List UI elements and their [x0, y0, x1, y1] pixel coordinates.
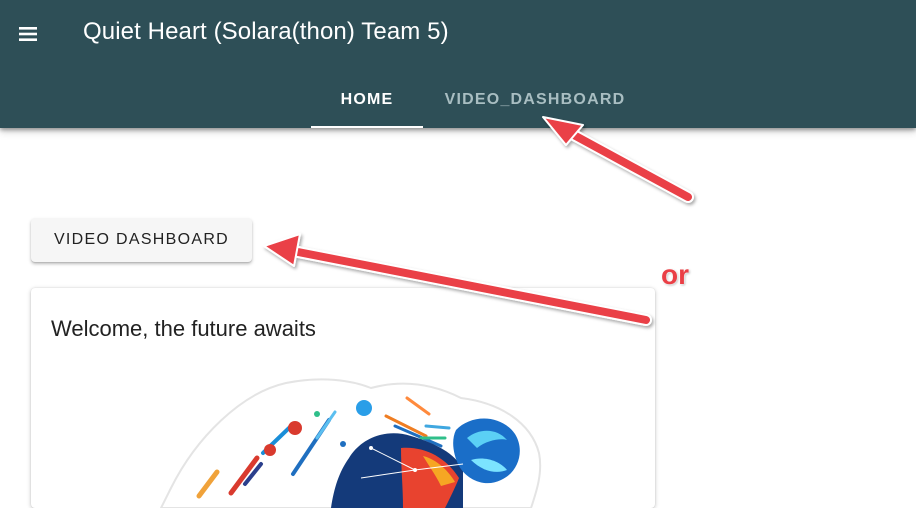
annotation-or-label: or — [661, 259, 689, 290]
hero-illustration — [159, 378, 542, 508]
tab-bar: Home video_dashboard — [311, 72, 647, 128]
arrow-to-tab — [566, 128, 694, 203]
app-title: Quiet Heart (Solara(thon) Team 5) — [83, 18, 449, 45]
welcome-card: Welcome, the future awaits — [31, 288, 655, 508]
menu-button[interactable] — [10, 16, 46, 52]
tab-video-dashboard[interactable]: video_dashboard — [423, 72, 647, 128]
hamburger-menu-icon — [19, 27, 37, 41]
video-dashboard-button[interactable]: Video Dashboard — [31, 218, 252, 262]
app-bar: Quiet Heart (Solara(thon) Team 5) Home v… — [0, 0, 916, 128]
tab-home[interactable]: Home — [311, 72, 423, 128]
